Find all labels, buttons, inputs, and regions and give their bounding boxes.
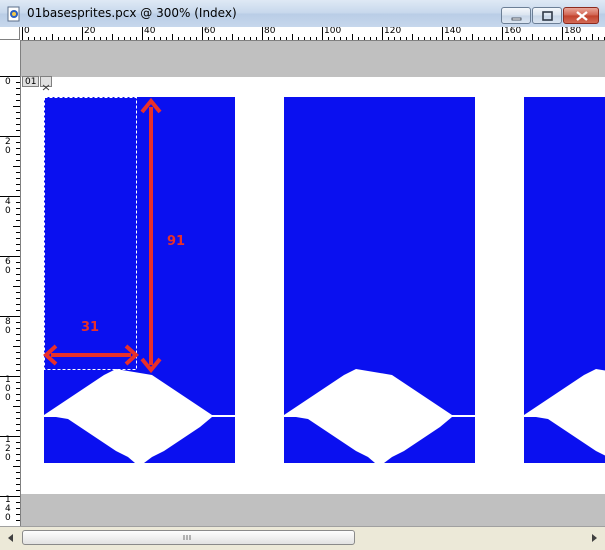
ruler-label: 60 — [5, 257, 11, 276]
ruler-label: 140 — [444, 27, 462, 36]
ruler-label: 120 — [5, 435, 11, 463]
vertical-ruler: 0 20 40 60 80 100 120 140 — [0, 40, 21, 526]
ruler-corner — [0, 27, 20, 40]
scroll-right-arrow-icon[interactable] — [587, 531, 601, 545]
ruler-label: 20 — [84, 27, 96, 36]
width-dimension-label: 31 — [81, 320, 100, 335]
ruler-label: 40 — [144, 27, 156, 36]
height-dimension-label: 91 — [167, 234, 186, 249]
canvas-area[interactable]: 01 31 91 — [21, 41, 605, 526]
width-arrow — [43, 344, 139, 366]
ruler-label: 40 — [5, 197, 11, 216]
horizontal-scrollbar[interactable] — [0, 526, 605, 550]
close-icon — [576, 11, 588, 21]
close-button[interactable] — [563, 7, 599, 24]
minimize-icon — [511, 17, 522, 21]
title-bar[interactable]: 01basesprites.pcx @ 300% (Index) — [0, 0, 605, 28]
maximize-button[interactable] — [532, 7, 562, 24]
ruler-label: 100 — [324, 27, 342, 36]
ruler-label: 60 — [204, 27, 216, 36]
ruler-label: 180 — [564, 27, 582, 36]
ruler-label: 0 — [24, 27, 30, 36]
ruler-label: 80 — [264, 27, 276, 36]
maximize-icon — [542, 11, 553, 21]
minimize-button[interactable] — [501, 7, 531, 24]
ruler-label: 160 — [504, 27, 522, 36]
scroll-grip-icon — [183, 535, 191, 540]
ruler-label: 100 — [5, 375, 11, 403]
height-arrow — [140, 97, 162, 374]
psp-document-icon — [7, 6, 20, 22]
ruler-label: 120 — [384, 27, 402, 36]
window-title: 01basesprites.pcx @ 300% (Index) — [27, 6, 237, 20]
horizontal-ruler: 0 20 40 60 80 100 120 140 160 180 — [20, 27, 605, 41]
ruler-label: 80 — [5, 317, 11, 336]
ruler-label: 140 — [5, 495, 11, 523]
measurement-overlay — [43, 97, 162, 374]
scroll-left-arrow-icon[interactable] — [4, 531, 18, 545]
ruler-label: 0 — [5, 77, 11, 87]
ruler-label: 20 — [5, 137, 11, 156]
scroll-thumb[interactable] — [22, 530, 355, 545]
image-window: 01basesprites.pcx @ 300% (Index) 0 20 40… — [0, 0, 605, 550]
